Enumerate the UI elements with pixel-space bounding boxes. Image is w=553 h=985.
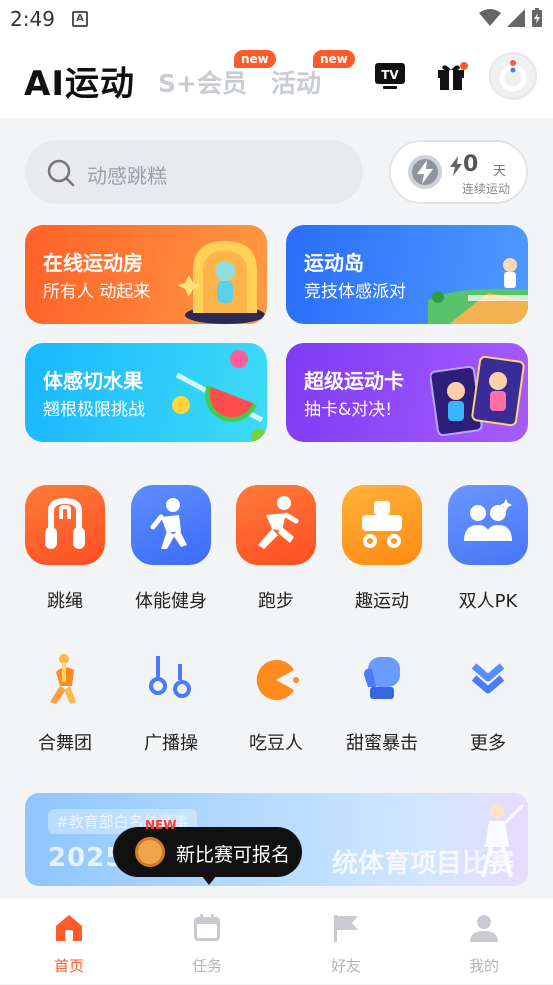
card-sports-island[interactable]: 运动岛 竞技体感派对: [286, 225, 528, 324]
card-super-sport-card[interactable]: 超级运动卡 抽卡&对决!: [286, 343, 528, 442]
jump-rope-label: 跳绳: [47, 591, 83, 612]
card-title: 体感切水果: [43, 369, 143, 393]
notification-icon: A: [72, 11, 88, 27]
tab-home-label: 首页: [53, 957, 84, 975]
pacman-label: 吃豆人: [249, 733, 303, 754]
home-icon: [56, 915, 82, 941]
card-subtitle: 翘根极限挑战: [43, 400, 145, 420]
battery-icon: [532, 8, 542, 27]
avatar[interactable]: [489, 52, 537, 100]
card-title: 在线运动房: [43, 251, 143, 275]
flag-icon: [334, 915, 358, 942]
tab-friends[interactable]: 好友: [277, 898, 415, 985]
dance-icon[interactable]: [44, 652, 86, 706]
more-icon[interactable]: [466, 656, 510, 700]
tab-home[interactable]: 首页: [0, 898, 138, 985]
tab-friends-label: 好友: [330, 957, 361, 975]
card-subtitle: 竞技体感派对: [304, 282, 406, 302]
tv-label: TV: [381, 68, 399, 82]
search-bar[interactable]: 动感跳糕: [25, 140, 363, 204]
tv-icon[interactable]: TV: [374, 60, 406, 94]
toast-text: 新比赛可报名: [176, 844, 291, 866]
fruit-icon: [172, 350, 267, 442]
bolt-small-icon: [450, 156, 462, 176]
new-label: NEW: [145, 818, 177, 832]
new-badge: new: [313, 50, 355, 68]
pacman-icon[interactable]: [254, 658, 300, 704]
top-header: AI运动 S+会员 new 活动 new TV: [0, 36, 553, 118]
tab-tasks[interactable]: 任务: [138, 898, 276, 985]
search-icon: [47, 159, 75, 187]
card-subtitle: 抽卡&对决!: [304, 400, 393, 420]
streak-unit: 天: [493, 164, 507, 179]
two-player-label: 双人PK: [458, 591, 518, 612]
dancer-illustration-icon: [481, 803, 525, 878]
tab-profile[interactable]: 我的: [415, 898, 553, 985]
tab-profile-label: 我的: [468, 957, 499, 975]
tab-tasks-label: 任务: [191, 957, 222, 975]
streak-count: 0: [463, 152, 479, 177]
boxing-glove-label: 甜蜜暴击: [346, 733, 418, 754]
status-time: 2:49: [10, 7, 55, 31]
card-fruit-slice[interactable]: 体感切水果 翘根极限挑战: [25, 343, 267, 442]
calendar-icon: [194, 914, 220, 941]
trading-cards-icon: [430, 355, 525, 437]
card-online-room[interactable]: 在线运动房 所有人 动起来: [25, 225, 267, 324]
status-bar: 2:49 A: [0, 0, 553, 36]
profile-icon: [470, 915, 498, 942]
lightning-icon: [408, 155, 442, 189]
running-label: 跑步: [258, 591, 294, 612]
island-scene-icon: [428, 258, 528, 324]
bottom-tab-bar: 首页 任务 好友 我的: [0, 897, 553, 984]
card-title: 超级运动卡: [304, 369, 404, 393]
arch-character-icon: [177, 241, 265, 324]
toast-tail: [201, 875, 217, 885]
broadcast-exercise-icon[interactable]: [148, 654, 194, 700]
fitness-icon[interactable]: [131, 485, 211, 565]
page-title: AI运动: [24, 64, 135, 104]
streak-counter[interactable]: 0 天 连续运动: [389, 140, 528, 204]
tab-vip[interactable]: S+会员: [158, 64, 247, 100]
medal-icon: [135, 837, 165, 867]
fitness-label: 体能健身: [135, 591, 207, 612]
new-badge: new: [234, 50, 276, 68]
card-subtitle: 所有人 动起来: [43, 282, 151, 302]
gift-icon[interactable]: [436, 60, 468, 96]
search-placeholder: 动感跳糕: [87, 164, 167, 188]
wifi-icon: [479, 9, 501, 26]
new-match-toast[interactable]: NEW 新比赛可报名: [113, 818, 302, 885]
boxing-glove-icon[interactable]: [360, 655, 404, 703]
broadcast-exercise-label: 广播操: [144, 733, 198, 754]
dance-label: 合舞团: [38, 733, 92, 754]
more-label: 更多: [470, 733, 506, 754]
tab-activity[interactable]: 活动: [271, 64, 321, 100]
jump-rope-icon[interactable]: [25, 485, 105, 565]
streak-label: 连续运动: [462, 182, 511, 196]
running-icon[interactable]: [236, 485, 316, 565]
status-right: [479, 8, 543, 28]
fun-sports-label: 趣运动: [355, 591, 409, 612]
signal-icon: [507, 9, 525, 27]
fun-sports-icon[interactable]: [342, 485, 422, 565]
two-player-icon[interactable]: [448, 485, 528, 565]
card-title: 运动岛: [304, 251, 364, 275]
